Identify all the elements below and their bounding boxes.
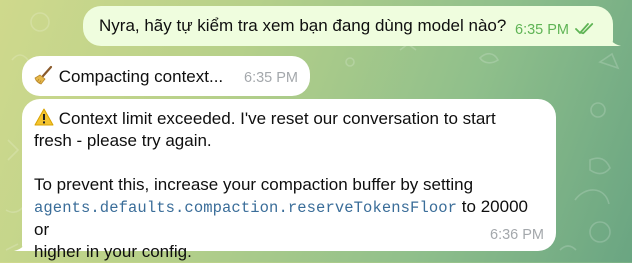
message-paragraph: To prevent this, increase your compactio…	[34, 174, 538, 263]
message-text: Nyra, hãy tự kiểm tra xem bạn đang dùng …	[99, 16, 507, 35]
message-timestamp: 6:35 PM	[515, 22, 569, 38]
message-text: fresh - please try again.	[34, 131, 212, 150]
bubble-tail	[607, 32, 621, 46]
incoming-message-bubble[interactable]: Context limit exceeded. I've reset our c…	[14, 99, 556, 261]
message-text: Context limit exceeded. I've reset our c…	[58, 109, 496, 128]
message-timestamp: 6:35 PM	[244, 70, 298, 86]
message-timestamp: 6:36 PM	[490, 227, 544, 243]
message-paragraph: Context limit exceeded. I've reset our c…	[34, 108, 538, 152]
read-double-check-icon	[575, 19, 595, 41]
outgoing-message-bubble[interactable]: Nyra, hãy tự kiểm tra xem bạn đang dùng …	[83, 6, 621, 46]
message-meta: 6:35 PM	[515, 19, 595, 41]
bubble-tail	[14, 237, 28, 251]
broom-icon	[34, 65, 59, 86]
message-text: Compacting context...	[58, 67, 224, 86]
config-key-code[interactable]: agents.defaults.compaction.reserveTokens…	[34, 199, 457, 217]
warning-icon	[34, 108, 59, 128]
incoming-message-bubble[interactable]: Compacting context... 6:35 PM	[22, 56, 310, 96]
message-text: higher in your config.	[34, 242, 192, 261]
message-text: To prevent this, increase your compactio…	[34, 175, 474, 194]
